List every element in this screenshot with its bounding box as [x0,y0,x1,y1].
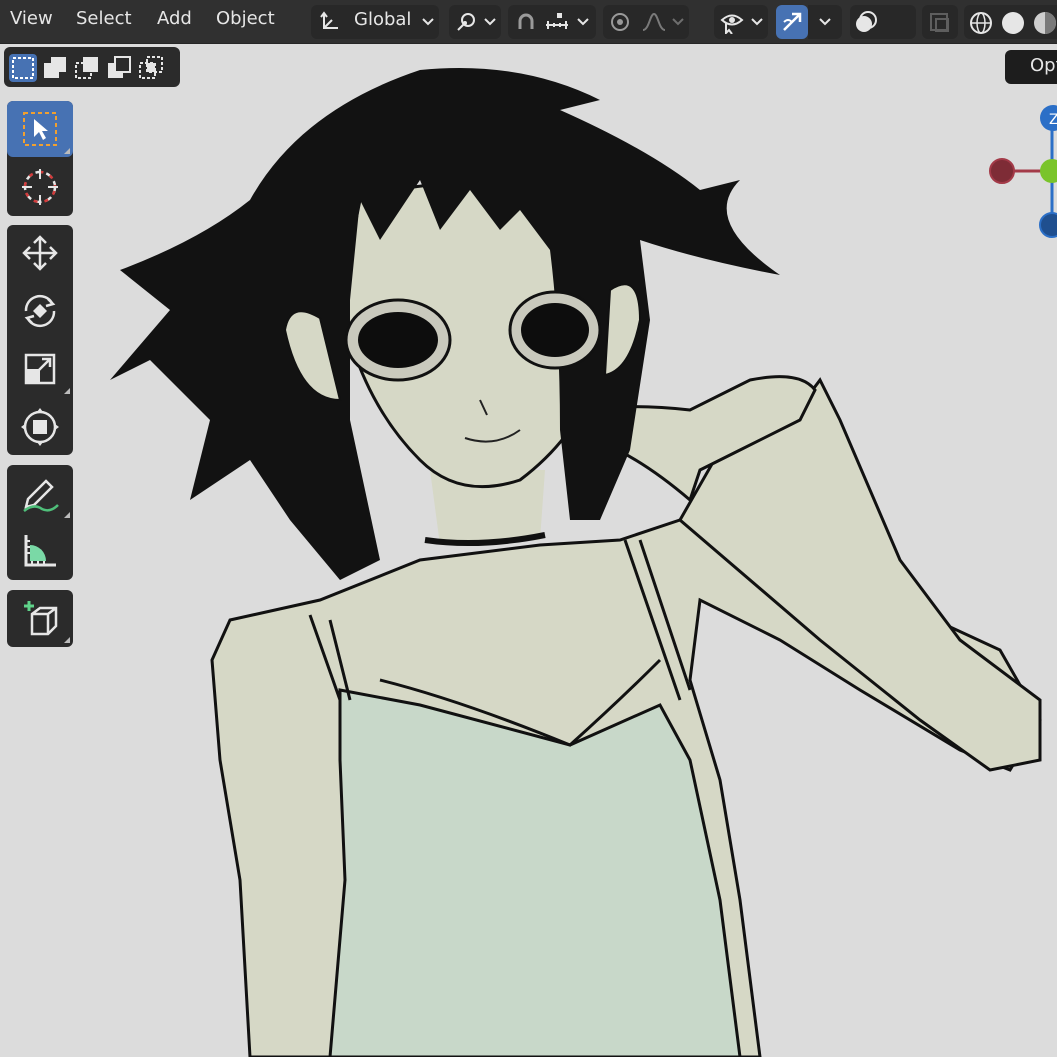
gizmo-neg-z-axis-icon[interactable] [1039,212,1057,238]
toolbar-group-add [7,590,73,647]
cursor-box-icon [23,112,57,146]
measure-tool[interactable] [7,523,73,579]
toolbar-group-annotate [7,465,73,580]
rotate-icon [24,294,56,328]
move-tool[interactable] [7,225,73,281]
cursor-tool[interactable] [7,159,73,215]
scale-tool[interactable] [7,341,73,397]
toolbar-group-transform [7,225,73,455]
select-box-tool[interactable] [7,101,73,157]
navigation-gizmo[interactable]: Z [0,0,1057,260]
transform-icon [21,408,59,446]
add-cube-icon [24,601,58,636]
move-icon [22,235,58,271]
gizmo-y-axis-icon[interactable] [1040,159,1057,183]
annotate-tool[interactable] [7,465,73,521]
gizmo-z-label: Z [1049,112,1057,128]
cursor-3d-icon [22,169,58,205]
add-cube-tool[interactable] [7,590,73,646]
gizmo-neg-x-axis-icon[interactable] [989,158,1015,184]
pencil-icon [23,479,59,512]
scale-icon [24,353,56,385]
rotate-tool[interactable] [7,283,73,339]
transform-tool[interactable] [7,399,73,455]
ruler-icon [24,535,56,567]
toolbar-group-select [7,101,73,216]
